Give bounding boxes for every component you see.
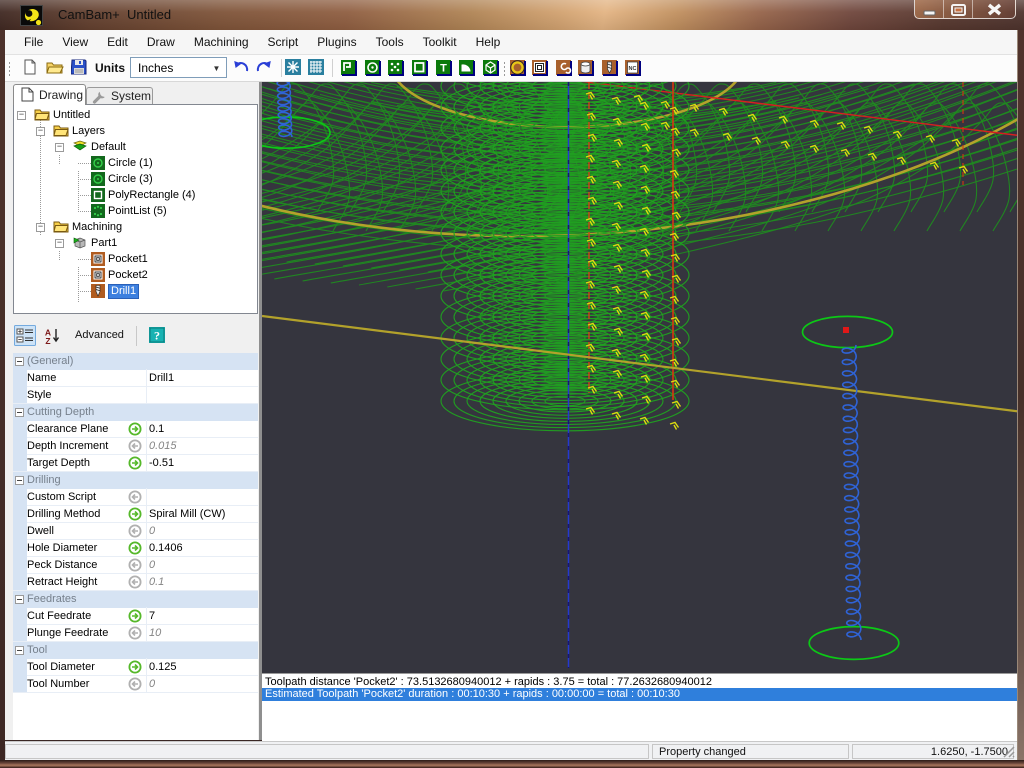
svg-text:Z: Z bbox=[45, 336, 50, 345]
svg-text:NC: NC bbox=[629, 66, 637, 72]
svg-text:T: T bbox=[440, 63, 447, 75]
svg-text:?: ? bbox=[154, 329, 160, 343]
